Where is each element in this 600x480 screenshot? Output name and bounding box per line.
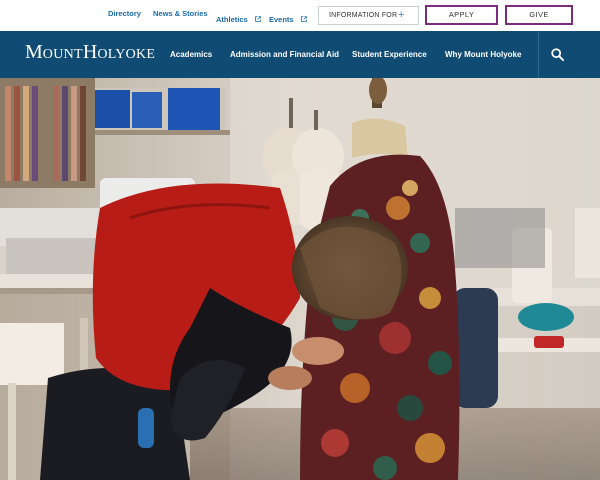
give-button[interactable]: GIVE <box>505 5 573 25</box>
athletics-link-wrap[interactable]: Athletics <box>216 9 261 27</box>
apply-button[interactable]: APPLY <box>425 5 498 25</box>
utility-bar: Directory News & Stories Athletics Event… <box>0 0 600 31</box>
events-link[interactable]: Events <box>269 15 294 24</box>
logo-letter-h: H <box>82 41 98 63</box>
main-nav: MOUNTHOLYOKE Academics Admission and Fin… <box>0 31 600 78</box>
information-for-label: INFORMATION FOR <box>329 12 398 19</box>
nav-divider <box>538 31 539 78</box>
hero-photo-sewing-studio <box>0 78 600 480</box>
events-link-wrap[interactable]: Events <box>269 9 307 27</box>
plus-icon: + <box>398 9 405 21</box>
search-icon[interactable] <box>551 48 564 61</box>
nav-item-admission[interactable]: Admission and Financial Aid <box>230 50 339 59</box>
athletics-link[interactable]: Athletics <box>216 15 248 24</box>
directory-link[interactable]: Directory <box>108 9 141 18</box>
nav-item-academics[interactable]: Academics <box>170 50 212 59</box>
external-link-icon <box>301 16 307 22</box>
external-link-icon <box>255 16 261 22</box>
hero-image <box>0 78 600 480</box>
logo-text-ount: OUNT <box>42 47 83 62</box>
logo-text-olyoke: OLYOKE <box>97 47 156 62</box>
information-for-dropdown[interactable]: INFORMATION FOR + <box>318 6 419 25</box>
mount-holyoke-logo[interactable]: MOUNTHOLYOKE <box>25 41 155 64</box>
nav-item-student-experience[interactable]: Student Experience <box>352 50 427 59</box>
nav-item-why-mount-holyoke[interactable]: Why Mount Holyoke <box>445 50 521 59</box>
logo-letter-m: M <box>25 41 43 63</box>
news-stories-link[interactable]: News & Stories <box>153 9 208 18</box>
